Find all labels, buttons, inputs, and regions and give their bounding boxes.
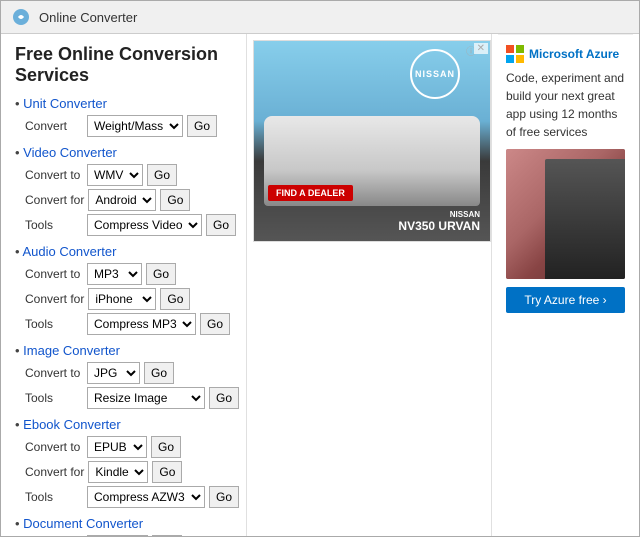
select-audio-2[interactable]: Compress MP3Trim MP3Merge MP3 [87,313,196,335]
sections-container: Unit Converter Convert Weight/MassLengthTe… [15,96,232,536]
nissan-dealer-button[interactable]: FIND A DEALER [268,185,353,201]
go-button-audio-1[interactable]: Go [160,288,190,310]
section-title-ebook[interactable]: Ebook Converter [15,417,232,432]
select-image-1[interactable]: Resize ImageCompress ImageCrop Image [87,387,205,409]
section-title-video[interactable]: Video Converter [15,145,232,160]
azure-photo-person [545,159,625,279]
go-button-image-0[interactable]: Go [144,362,174,384]
azure-ad: Microsoft Azure Code, experiment and bui… [498,34,633,536]
azure-photo [506,149,625,279]
row-label-video-1: Convert for [25,193,84,207]
row-label-image-0: Convert to [25,366,83,380]
app-icon [11,7,31,27]
select-audio-1[interactable]: iPhoneAndroidiPad [88,288,156,310]
main-content: Free Online Conversion Services Unit Con… [1,34,639,536]
nissan-ad-banner: NISSAN FIND A DEALER NISSAN NV350 URVAN … [254,41,490,241]
section-unit: Unit Converter Convert Weight/MassLengthTe… [15,96,232,137]
nissan-ad: NISSAN FIND A DEALER NISSAN NV350 URVAN … [253,40,491,242]
azure-try-button[interactable]: Try Azure free › [506,287,625,313]
select-image-0[interactable]: JPGPNGGIFBMP [87,362,140,384]
azure-ad-sidebar: Microsoft Azure Code, experiment and bui… [491,34,639,536]
section-ebook: Ebook Converter Convert to EPUBMOBIPDFAZW3… [15,417,232,508]
azure-logo-squares [506,45,524,63]
go-button-audio-2[interactable]: Go [200,313,230,335]
row-label-unit-0: Convert [25,119,83,133]
azure-sq-green [516,45,524,53]
row-label-audio-1: Convert for [25,292,84,306]
go-button-video-2[interactable]: Go [206,214,236,236]
go-button-unit-0[interactable]: Go [187,115,217,137]
left-panel: Free Online Conversion Services Unit Con… [1,34,247,536]
row-unit-0: Convert Weight/MassLengthTemperatureGo [15,115,232,137]
row-audio-2: Tools Compress MP3Trim MP3Merge MP3Go [15,313,232,335]
titlebar-title: Online Converter [39,10,137,25]
ad-close-icon[interactable]: ✕ [474,43,488,54]
select-ebook-0[interactable]: EPUBMOBIPDFAZW3 [87,436,147,458]
go-button-video-1[interactable]: Go [160,189,190,211]
azure-ad-text: Code, experiment and build your next gre… [506,69,625,141]
section-title-unit[interactable]: Unit Converter [15,96,232,111]
azure-brand: Microsoft Azure [529,47,619,61]
row-image-1: Tools Resize ImageCompress ImageCrop Imag… [15,387,232,409]
row-label-image-1: Tools [25,391,83,405]
row-label-audio-2: Tools [25,317,83,331]
row-label-video-2: Tools [25,218,83,232]
section-title-document[interactable]: Document Converter [15,516,232,531]
row-ebook-0: Convert to EPUBMOBIPDFAZW3Go [15,436,232,458]
select-video-2[interactable]: Compress VideoTrim VideoMerge Video [87,214,202,236]
go-button-audio-0[interactable]: Go [146,263,176,285]
go-button-video-0[interactable]: Go [147,164,177,186]
row-audio-1: Convert for iPhoneAndroidiPadGo [15,288,232,310]
go-button-image-1[interactable]: Go [209,387,239,409]
row-label-ebook-2: Tools [25,490,83,504]
section-title-image[interactable]: Image Converter [15,343,232,358]
go-button-ebook-2[interactable]: Go [209,486,239,508]
select-ebook-2[interactable]: Compress AZW3Merge EPUB [87,486,205,508]
select-document-0[interactable]: PDFDOCXTXTHTML [87,535,148,536]
nissan-logo: NISSAN [410,49,460,101]
go-button-document-0[interactable]: Go [152,535,182,536]
row-audio-0: Convert to MP3WAVAACOGGGo [15,263,232,285]
azure-sq-red [506,45,514,53]
row-label-ebook-0: Convert to [25,440,83,454]
nissan-model-text: NISSAN NV350 URVAN [398,210,480,233]
select-unit-0[interactable]: Weight/MassLengthTemperature [87,115,183,137]
row-label-video-0: Convert to [25,168,83,182]
azure-sq-yellow [516,55,524,63]
titlebar: Online Converter [1,1,639,34]
row-label-audio-0: Convert to [25,267,83,281]
row-video-2: Tools Compress VideoTrim VideoMerge Video… [15,214,232,236]
section-video: Video ConverterConvert toWMVMP4AVIMOVGoC… [15,145,232,236]
go-button-ebook-0[interactable]: Go [151,436,181,458]
go-button-ebook-1[interactable]: Go [152,461,182,483]
row-image-0: Convert to JPGPNGGIFBMPGo [15,362,232,384]
select-video-1[interactable]: AndroidiPhoneiPadTV [88,189,156,211]
section-audio: Audio ConverterConvert toMP3WAVAACOGGGoC… [15,244,232,335]
row-video-1: Convert for AndroidiPhoneiPadTVGo [15,189,232,211]
row-ebook-2: ToolsCompress AZW3Merge EPUBGo [15,486,232,508]
inline-ads-area: NISSAN FIND A DEALER NISSAN NV350 URVAN … [253,40,491,530]
page-title: Free Online Conversion Services [15,44,232,86]
section-document: Document ConverterConvert toPDFDOCXTXTHT… [15,516,232,536]
select-ebook-1[interactable]: KindleiPadKobo [88,461,148,483]
row-ebook-1: Convert for KindleiPadKoboGo [15,461,232,483]
azure-logo-row: Microsoft Azure [506,45,619,63]
row-label-ebook-1: Convert for [25,465,84,479]
select-audio-0[interactable]: MP3WAVAACOGG [87,263,142,285]
select-video-0[interactable]: WMVMP4AVIMOV [87,164,143,186]
nissan-logo-circle: NISSAN [410,49,460,99]
row-document-0: Convert toPDFDOCXTXTHTMLGo [15,535,232,536]
azure-sq-blue [506,55,514,63]
section-title-audio[interactable]: Audio Converter [15,244,232,259]
row-video-0: Convert to WMVMP4AVIMOVGo [15,164,232,186]
main-window: Online Converter Free Online Conversion … [0,0,640,537]
section-image: Image Converter Convert to JPGPNGGIFBMPGo T… [15,343,232,409]
